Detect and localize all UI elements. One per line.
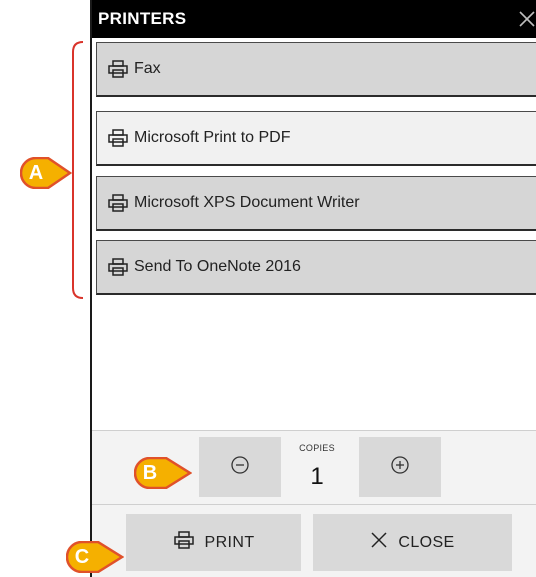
print-button[interactable]: PRINT [126, 514, 301, 571]
close-button[interactable]: CLOSE [313, 514, 512, 571]
printer-icon [107, 128, 129, 148]
annotation-marker-a: A [20, 157, 72, 189]
annotation-marker-b: B [134, 457, 192, 489]
minus-circle-icon [230, 455, 250, 480]
increment-copies-button[interactable] [359, 437, 441, 497]
annotation-letter-c: C [74, 546, 90, 568]
copies-value: 1 [310, 463, 324, 490]
plus-circle-icon [390, 455, 410, 480]
footer-divider [92, 504, 536, 505]
printer-item-fax[interactable]: Fax [96, 42, 536, 97]
printer-item-label: Send To OneNote 2016 [134, 258, 301, 275]
title-bar: PRINTERS [92, 0, 536, 38]
printer-item-label: Microsoft XPS Document Writer [134, 194, 360, 211]
annotation-bracket [72, 41, 84, 299]
printer-item-send-to-onenote-2016[interactable]: Send To OneNote 2016 [96, 240, 536, 295]
print-button-label: PRINT [204, 533, 255, 551]
dialog-title: PRINTERS [98, 9, 187, 28]
dialog-footer: COPIES 1 PRINT CLOSE [92, 430, 536, 577]
printer-icon [107, 257, 129, 277]
printer-item-label: Fax [134, 60, 161, 77]
copies-label: COPIES [299, 443, 335, 453]
annotation-letter-b: B [142, 462, 158, 484]
printer-icon [173, 530, 205, 555]
decrement-copies-button[interactable] [199, 437, 281, 497]
printers-dialog: PRINTERS Fax Microsoft Print to PDF Micr… [90, 0, 536, 577]
printer-item-microsoft-xps-document-writer[interactable]: Microsoft XPS Document Writer [96, 176, 536, 231]
printer-item-microsoft-print-to-pdf[interactable]: Microsoft Print to PDF [96, 111, 536, 166]
close-button-label: CLOSE [398, 533, 455, 551]
close-icon [370, 531, 398, 554]
annotation-letter-a: A [28, 162, 44, 184]
printer-item-label: Microsoft Print to PDF [134, 129, 291, 146]
printer-icon [107, 193, 129, 213]
close-icon[interactable] [516, 7, 536, 31]
annotation-marker-c: C [66, 541, 124, 573]
printer-icon [107, 59, 129, 79]
